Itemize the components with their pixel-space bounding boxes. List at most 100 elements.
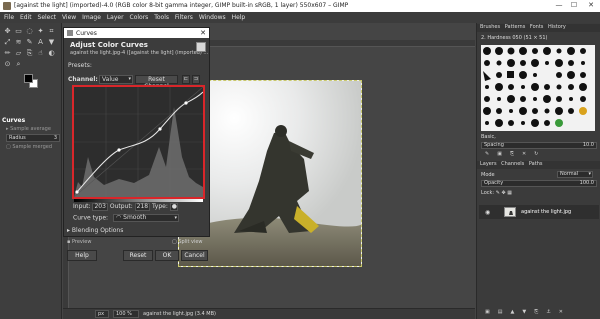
spacing-field[interactable]: Spacing 10.0 [481, 142, 597, 149]
menu-windows[interactable]: Windows [199, 14, 226, 21]
lock-position-icon[interactable]: ✥ [501, 190, 505, 196]
tab-paths[interactable]: Paths [529, 161, 543, 167]
output-spinbox[interactable]: 218 [134, 203, 151, 211]
zoom-icon[interactable]: ⌕ [14, 60, 23, 69]
paintbrush-icon[interactable]: ✏ [3, 49, 12, 58]
duplicate-layer-icon[interactable]: ⎘ [534, 309, 538, 315]
layer-group-icon[interactable]: ▤ [498, 309, 503, 315]
tab-patterns[interactable]: Patterns [505, 24, 526, 30]
delete-brush-icon[interactable]: ✕ [522, 151, 526, 157]
channel-select[interactable]: Value ▾ [99, 75, 133, 84]
delete-layer-icon[interactable]: ✕ [559, 309, 563, 315]
ok-button[interactable]: OK [155, 250, 179, 261]
new-layer-icon[interactable]: ▣ [485, 309, 490, 315]
reset-button[interactable]: Reset [123, 250, 153, 261]
tab-history[interactable]: History [548, 24, 566, 30]
dodge-icon[interactable]: ◐ [47, 49, 56, 58]
dialog-heading: Adjust Color Curves [70, 41, 148, 49]
layer-row[interactable]: ◉ against the light.jpg [479, 205, 599, 219]
tab-brushes[interactable]: Brushes [480, 24, 500, 30]
spacing-label: Spacing [484, 142, 504, 148]
menu-filters[interactable]: Filters [175, 14, 193, 21]
move-tool-icon[interactable]: ✥ [3, 27, 12, 36]
transform-icon[interactable]: ⤢ [3, 38, 12, 47]
presets-label: Presets: [68, 62, 92, 69]
color-picker-icon[interactable]: ⊙ [3, 60, 12, 69]
curves-dialog-icon [67, 30, 73, 36]
edit-brush-icon[interactable]: ✎ [485, 151, 489, 157]
smudge-icon[interactable]: ☝ [36, 49, 45, 58]
eye-icon[interactable]: ◉ [485, 209, 490, 216]
menu-colors[interactable]: Colors [130, 14, 149, 21]
lock-alpha-icon[interactable]: ▦ [507, 190, 512, 196]
reset-channel-button[interactable]: Reset Channel [135, 75, 178, 90]
mode-value: Normal [560, 171, 579, 177]
lock-pixels-icon[interactable]: ✎ [496, 190, 500, 196]
channel-row: Channel: Value ▾ Reset Channel ⊏ ⊐ [68, 75, 208, 90]
sample-merged-checkbox[interactable]: ▢ Sample merged [0, 144, 62, 150]
curve-type-select[interactable]: ◠ Smooth ▾ [112, 214, 179, 222]
tab-fonts[interactable]: Fonts [530, 24, 544, 30]
preview-checkbox[interactable]: ▪ Preview [67, 239, 91, 245]
fuzzy-select-icon[interactable]: ✦ [36, 27, 45, 36]
mode-label: Mode [481, 172, 495, 178]
foreground-color-swatch[interactable] [24, 74, 33, 83]
menu-tools[interactable]: Tools [154, 14, 169, 21]
unit-select[interactable]: px [95, 310, 109, 318]
crop-icon[interactable]: ⌗ [47, 27, 56, 36]
anchor-layer-icon[interactable]: ⚓ [546, 309, 550, 315]
menu-image[interactable]: Image [82, 14, 101, 21]
input-spinbox[interactable]: 203 [92, 203, 108, 211]
toolbox: ✥ ▭ ◌ ✦ ⌗ ⤢ ≋ ✎ A ▼ ✏ ▱ ⎘ ☝ ◐ ⊙ ⌕ Curves… [0, 23, 62, 319]
opacity-value: 100.0 [579, 180, 594, 186]
menu-select[interactable]: Select [38, 14, 57, 21]
opacity-field[interactable]: Opacity 100.0 [481, 180, 597, 187]
lasso-icon[interactable]: ◌ [25, 27, 34, 36]
smooth-curve-icon: ◠ [115, 214, 122, 221]
fg-bg-colors[interactable] [24, 74, 38, 88]
menu-help[interactable]: Help [232, 14, 246, 21]
close-window-button[interactable]: ✕ [584, 1, 598, 11]
curves-dialog-title: Curves [76, 30, 97, 37]
warp-icon[interactable]: ≋ [14, 38, 23, 47]
point-type-icon[interactable]: ● [169, 203, 178, 211]
dialog-subtitle: against the light.jpg-4 ([against the li… [70, 50, 209, 56]
menu-edit[interactable]: Edit [20, 14, 32, 21]
clone-icon[interactable]: ⎘ [25, 49, 34, 58]
minimize-button[interactable]: — [552, 1, 566, 11]
raise-layer-icon[interactable]: ▲ [510, 309, 514, 315]
cancel-button[interactable]: Cancel [181, 250, 208, 261]
log-histogram-icon[interactable]: ⊐ [192, 75, 200, 84]
curves-dialog-titlebar: Curves ✕ [64, 28, 209, 38]
eraser-icon[interactable]: ▱ [14, 49, 23, 58]
new-brush-icon[interactable]: ▣ [497, 151, 502, 157]
help-button[interactable]: Help [67, 250, 97, 261]
blending-options-toggle[interactable]: ▸ Blending Options [67, 227, 123, 234]
mode-select[interactable]: Normal ▾ [557, 171, 593, 178]
linear-histogram-icon[interactable]: ⊏ [182, 75, 190, 84]
sample-average-toggle[interactable]: ▸ Sample average [0, 126, 62, 132]
image-thumbnail [196, 42, 206, 52]
text-tool-icon[interactable]: A [36, 38, 45, 47]
brushes-tabbar: Brushes Patterns Fonts History [477, 24, 600, 32]
maximize-button[interactable]: ☐ [567, 1, 581, 11]
brush-grid[interactable] [481, 45, 595, 131]
curves-dialog-close-icon[interactable]: ✕ [200, 29, 206, 37]
menubar: File Edit Select View Image Layer Colors… [0, 12, 600, 23]
bucket-fill-icon[interactable]: ▼ [47, 38, 56, 47]
tab-layers[interactable]: Layers [480, 161, 497, 167]
type-label: Type: [152, 203, 168, 210]
split-view-checkbox[interactable]: ▢ Split view [172, 239, 203, 245]
rect-select-icon[interactable]: ▭ [14, 27, 23, 36]
menu-layer[interactable]: Layer [107, 14, 124, 21]
lower-layer-icon[interactable]: ▼ [522, 309, 526, 315]
zoom-select[interactable]: 100 % [113, 310, 139, 318]
curves-graph[interactable] [72, 85, 205, 199]
menu-file[interactable]: File [4, 14, 14, 21]
radius-field[interactable]: Radius 3 [6, 134, 60, 142]
tab-channels[interactable]: Channels [501, 161, 524, 167]
menu-view[interactable]: View [62, 14, 76, 21]
paths-icon[interactable]: ✎ [25, 38, 34, 47]
refresh-brushes-icon[interactable]: ↻ [534, 151, 538, 157]
duplicate-brush-icon[interactable]: ⎘ [510, 151, 514, 157]
